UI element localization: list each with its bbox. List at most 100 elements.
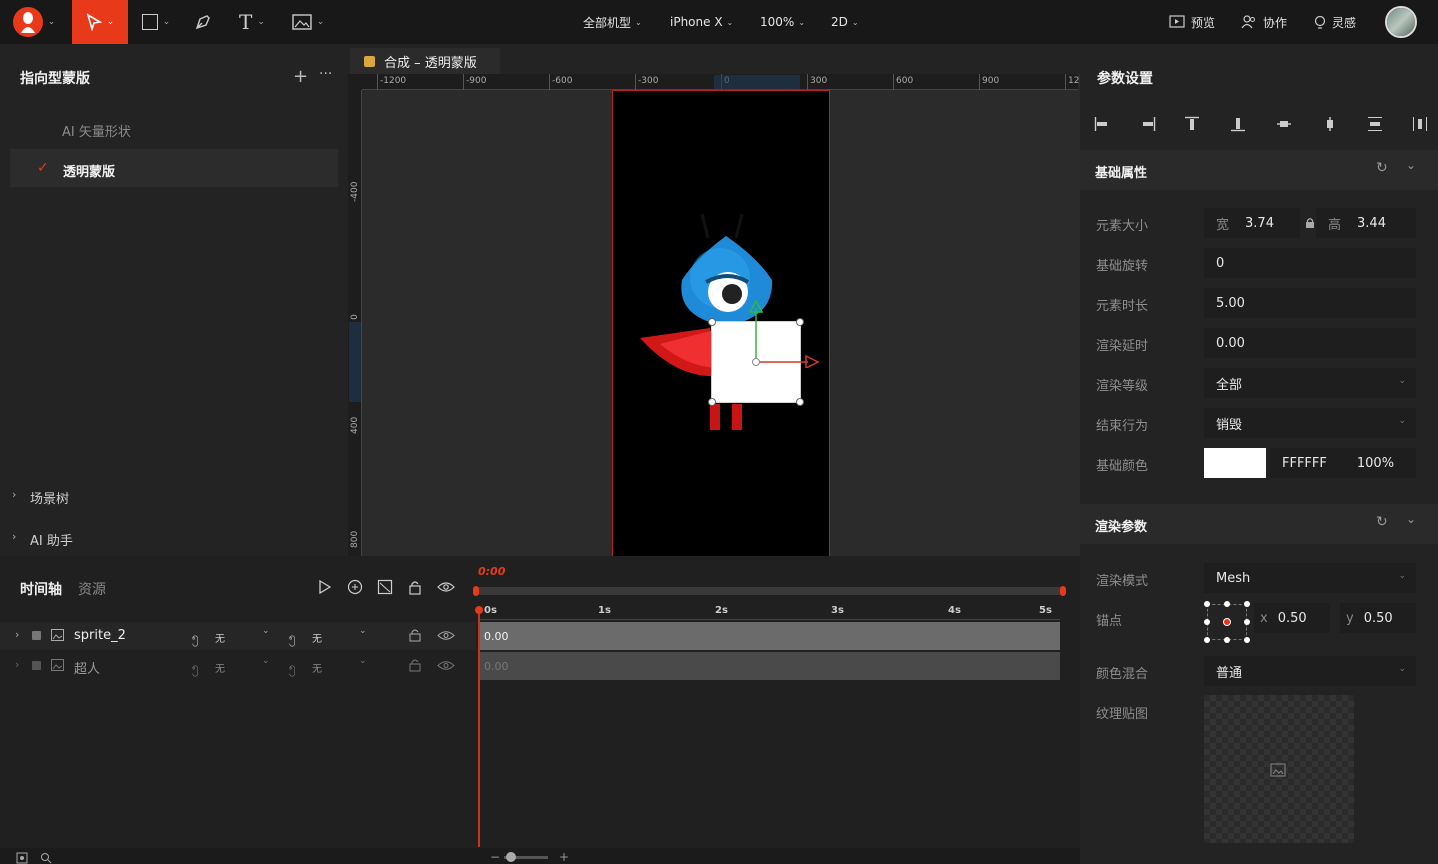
image-icon	[292, 14, 312, 30]
scene-tree-toggle[interactable]: 场景树	[30, 488, 69, 507]
chevron-down-icon[interactable]: ⌄	[1406, 512, 1416, 526]
preview-button[interactable]: 预览	[1169, 12, 1215, 32]
width-field[interactable]: 宽 3.74	[1204, 208, 1300, 238]
end-behavior-select[interactable]: 销毁 ⌄	[1204, 408, 1416, 438]
user-avatar[interactable]	[1385, 6, 1417, 38]
blend-select[interactable]: 普通 ⌄	[1204, 656, 1416, 686]
mask-icon[interactable]	[376, 578, 394, 596]
level-select[interactable]: 全部 ⌄	[1204, 368, 1416, 398]
anchor-y-field[interactable]: y 0.50	[1340, 603, 1416, 633]
anchor-point[interactable]	[1224, 637, 1230, 643]
anchor-point[interactable]	[1244, 637, 1250, 643]
eye-icon[interactable]	[437, 660, 455, 671]
add-icon[interactable]: +	[293, 66, 308, 87]
zoom-menu[interactable]: 100% ⌄	[760, 12, 805, 32]
resize-handle[interactable]	[708, 318, 716, 326]
add-keyframe-icon[interactable]	[346, 578, 364, 596]
resize-handle[interactable]	[796, 398, 804, 406]
delay-field[interactable]: 0.00	[1204, 328, 1416, 358]
layer-name[interactable]: 超人	[74, 658, 100, 677]
anchor-point[interactable]	[1244, 601, 1250, 607]
anchor-x-field[interactable]: x 0.50	[1254, 603, 1330, 633]
color-alpha-value[interactable]: 100%	[1357, 456, 1394, 471]
zoom-in-icon[interactable]: +	[559, 850, 569, 864]
ai-helper-toggle[interactable]: AI 助手	[30, 530, 73, 549]
lock-icon[interactable]	[409, 658, 421, 672]
align-vertical-center-icon[interactable]	[1276, 116, 1292, 132]
resize-handle[interactable]	[708, 398, 716, 406]
layer-mode-select[interactable]: 无	[215, 630, 225, 645]
play-icon[interactable]	[316, 578, 334, 596]
distribute-vertical-icon[interactable]	[1367, 116, 1383, 132]
layer-mode-select[interactable]: 无	[312, 630, 322, 645]
align-top-icon[interactable]	[1184, 116, 1200, 132]
app-logo-menu[interactable]: ⌄	[8, 0, 60, 44]
tab-assets[interactable]: 资源	[78, 579, 106, 599]
playhead-handle[interactable]	[475, 606, 483, 614]
model-menu[interactable]: iPhone X ⌄	[670, 12, 733, 32]
search-icon[interactable]	[40, 852, 52, 864]
render-mode-select[interactable]: Mesh ⌄	[1204, 563, 1416, 593]
anchor-point[interactable]	[1244, 619, 1250, 625]
timeline-scrubber[interactable]	[476, 587, 1064, 595]
distribute-horizontal-icon[interactable]	[1412, 116, 1428, 132]
rectangle-tool-button[interactable]: ⌄	[134, 0, 178, 44]
lock-icon[interactable]	[406, 578, 424, 596]
chevron-down-icon[interactable]: ⌄	[262, 656, 270, 666]
chevron-down-icon[interactable]: ⌄	[359, 656, 367, 666]
transform-gizmo[interactable]	[744, 298, 824, 368]
reset-icon[interactable]: ↻	[1376, 514, 1388, 530]
tab-timeline[interactable]: 时间轴	[20, 579, 62, 599]
align-right-icon[interactable]	[1140, 116, 1156, 132]
layer-name[interactable]: sprite_2	[74, 628, 126, 643]
duration-field[interactable]: 5.00	[1204, 288, 1416, 318]
layer-mode-select[interactable]: 无	[215, 660, 225, 675]
chevron-down-icon[interactable]: ⌄	[359, 626, 367, 636]
eye-icon[interactable]	[437, 630, 455, 641]
chevron-right-icon[interactable]: ›	[15, 628, 19, 641]
spiral-icon: ၅	[289, 630, 296, 644]
canvas-tab[interactable]: 合成 – 透明蒙版	[350, 48, 500, 74]
chevron-right-icon[interactable]: ›	[15, 658, 19, 671]
lock-icon[interactable]	[409, 628, 421, 642]
image-tool-button[interactable]: ⌄	[286, 0, 330, 44]
fit-screen-icon[interactable]	[16, 852, 28, 864]
select-tool-button[interactable]: ⌄	[72, 0, 128, 44]
eye-icon[interactable]	[436, 578, 456, 596]
anchor-point-selected[interactable]	[1223, 618, 1231, 626]
list-item-selected[interactable]	[10, 149, 338, 187]
align-left-icon[interactable]	[1094, 116, 1110, 132]
zoom-slider-thumb[interactable]	[506, 852, 516, 862]
mode-menu[interactable]: 2D ⌄	[831, 12, 859, 32]
text-tool-button[interactable]: T ⌄	[230, 0, 274, 44]
layer-track-bar[interactable]: 0.00	[478, 652, 1060, 680]
layer-row[interactable]	[0, 652, 476, 680]
list-item-ai-shape[interactable]: AI 矢量形状	[62, 121, 131, 140]
scrub-start-handle[interactable]	[473, 586, 479, 596]
anchor-point[interactable]	[1204, 601, 1210, 607]
rotation-field[interactable]: 0	[1204, 248, 1416, 278]
color-swatch[interactable]	[1204, 448, 1266, 478]
collab-button[interactable]: 协作	[1241, 12, 1287, 32]
scrub-end-handle[interactable]	[1060, 586, 1066, 596]
layer-mode-select[interactable]: 无	[312, 660, 322, 675]
inspire-button[interactable]: 灵感	[1314, 12, 1356, 32]
layer-row[interactable]	[0, 622, 476, 650]
chevron-down-icon[interactable]: ⌄	[262, 626, 270, 636]
device-menu[interactable]: 全部机型 ⌄	[583, 12, 642, 32]
layer-track-bar[interactable]: 0.00	[478, 622, 1060, 650]
align-bottom-icon[interactable]	[1230, 116, 1246, 132]
color-hex-field[interactable]: FFFFFF 100%	[1270, 448, 1416, 478]
chevron-down-icon[interactable]: ⌄	[1406, 158, 1416, 172]
zoom-out-icon[interactable]: −	[490, 850, 500, 864]
anchor-point[interactable]	[1204, 619, 1210, 625]
align-horizontal-center-icon[interactable]	[1322, 116, 1338, 132]
more-icon[interactable]: ···	[319, 66, 332, 82]
height-field[interactable]: 高 3.44	[1316, 208, 1416, 238]
anchor-point[interactable]	[1204, 637, 1210, 643]
anchor-point[interactable]	[1224, 601, 1230, 607]
pen-tool-button[interactable]	[188, 0, 218, 44]
playhead-line[interactable]	[478, 607, 480, 847]
lock-ratio-icon[interactable]	[1305, 217, 1315, 229]
reset-icon[interactable]: ↻	[1376, 160, 1388, 176]
